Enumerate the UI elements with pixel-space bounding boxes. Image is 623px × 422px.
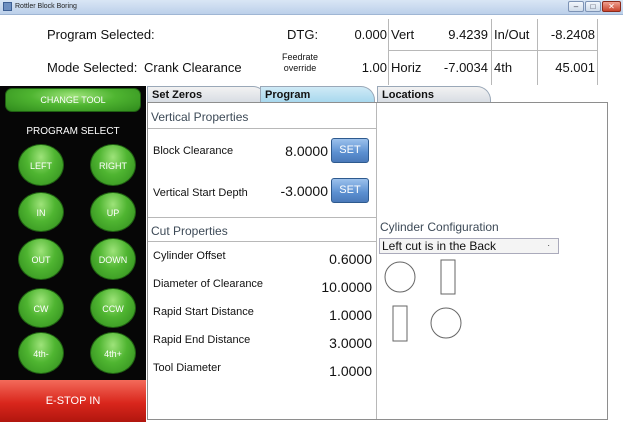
diameter-of-clearance-value[interactable]: 10.0000 (300, 279, 372, 295)
fourth-axis-value: 45.001 (555, 60, 595, 75)
cylinder-round-bottom-right (430, 307, 462, 339)
in-button[interactable]: IN (18, 192, 64, 232)
rapid-start-distance-value[interactable]: 1.0000 (300, 307, 372, 323)
rapid-start-distance-label: Rapid Start Distance (153, 306, 254, 318)
cylinder-offset-label: Cylinder Offset (153, 250, 226, 262)
vertical-start-depth-value[interactable]: -3.0000 (258, 183, 328, 199)
mode-selected-label: Mode Selected: (47, 60, 138, 75)
right-button[interactable]: RIGHT (90, 144, 136, 186)
up-button[interactable]: UP (90, 192, 136, 232)
tab-program[interactable]: Program (260, 86, 375, 102)
dtg-label: DTG: (287, 27, 319, 42)
cylinder-rect-top-right (440, 259, 456, 295)
left-button[interactable]: LEFT (18, 144, 64, 186)
fourth-minus-button[interactable]: 4th- (18, 332, 64, 374)
cylinder-rect-bottom-left (392, 305, 408, 342)
tab-locations[interactable]: Locations (377, 86, 491, 102)
divider (491, 19, 492, 85)
divider (388, 50, 598, 51)
chevron-down-icon: · (547, 241, 550, 250)
window-titlebar: Rottler Block Boring – □ ✕ (0, 0, 623, 15)
cw-button[interactable]: CW (18, 288, 64, 328)
cylinder-configuration-value: Left cut is in the Back (382, 239, 497, 253)
divider (597, 19, 598, 85)
vert-value: 9.4239 (448, 27, 488, 42)
vertical-start-depth-label: Vertical Start Depth (153, 187, 248, 199)
vertical-properties-title: Vertical Properties (151, 110, 249, 124)
vertical-start-depth-set-button[interactable]: SET (331, 178, 369, 203)
cylinder-diagram (384, 259, 462, 342)
program-selected-label: Program Selected: (47, 27, 155, 42)
estop-button[interactable]: E-STOP IN (0, 380, 146, 422)
horiz-label: Horiz (391, 60, 422, 75)
change-tool-button[interactable]: CHANGE TOOL (5, 88, 141, 112)
window-title: Rottler Block Boring (15, 3, 77, 10)
rapid-end-distance-label: Rapid End Distance (153, 334, 251, 346)
feedrate-label: Feedrate override (281, 52, 319, 73)
divider (148, 128, 376, 129)
minimize-button[interactable]: – (568, 1, 584, 12)
cylinder-configuration-title: Cylinder Configuration (380, 220, 499, 234)
close-button[interactable]: ✕ (602, 1, 621, 12)
cut-properties-title: Cut Properties (151, 224, 228, 238)
ccw-button[interactable]: CCW (90, 288, 136, 328)
tool-diameter-label: Tool Diameter (153, 362, 221, 374)
inout-value: -8.2408 (550, 27, 595, 42)
fourth-axis-label: 4th (494, 60, 513, 75)
maximize-button[interactable]: □ (585, 1, 601, 12)
cylinder-offset-value[interactable]: 0.6000 (300, 251, 372, 267)
block-clearance-value[interactable]: 8.0000 (258, 143, 328, 159)
tab-set-zeros[interactable]: Set Zeros (147, 86, 267, 102)
rapid-end-distance-value[interactable]: 3.0000 (300, 335, 372, 351)
vert-label: Vert (391, 27, 415, 42)
block-clearance-set-button[interactable]: SET (331, 138, 369, 163)
fourth-plus-button[interactable]: 4th+ (90, 332, 136, 374)
dtg-value: 0.000 (354, 27, 387, 42)
block-clearance-label: Block Clearance (153, 145, 234, 157)
app-icon (3, 2, 12, 11)
cylinder-configuration-select[interactable]: Left cut is in the Back · (379, 238, 559, 254)
divider (148, 217, 376, 218)
down-button[interactable]: DOWN (90, 238, 136, 280)
divider (388, 19, 389, 85)
inout-label: In/Out (494, 27, 530, 42)
cylinder-round-top-left (384, 261, 416, 293)
feedrate-value: 1.00 (361, 60, 387, 75)
diameter-of-clearance-label: Diameter of Clearance (153, 278, 264, 290)
mode-selected-value: Crank Clearance (144, 60, 242, 75)
tool-diameter-value[interactable]: 1.0000 (300, 363, 372, 379)
out-button[interactable]: OUT (18, 238, 64, 280)
program-select-label: PROGRAM SELECT (26, 126, 120, 137)
divider (376, 103, 377, 419)
divider (148, 241, 376, 242)
horiz-value: -7.0034 (443, 60, 488, 75)
